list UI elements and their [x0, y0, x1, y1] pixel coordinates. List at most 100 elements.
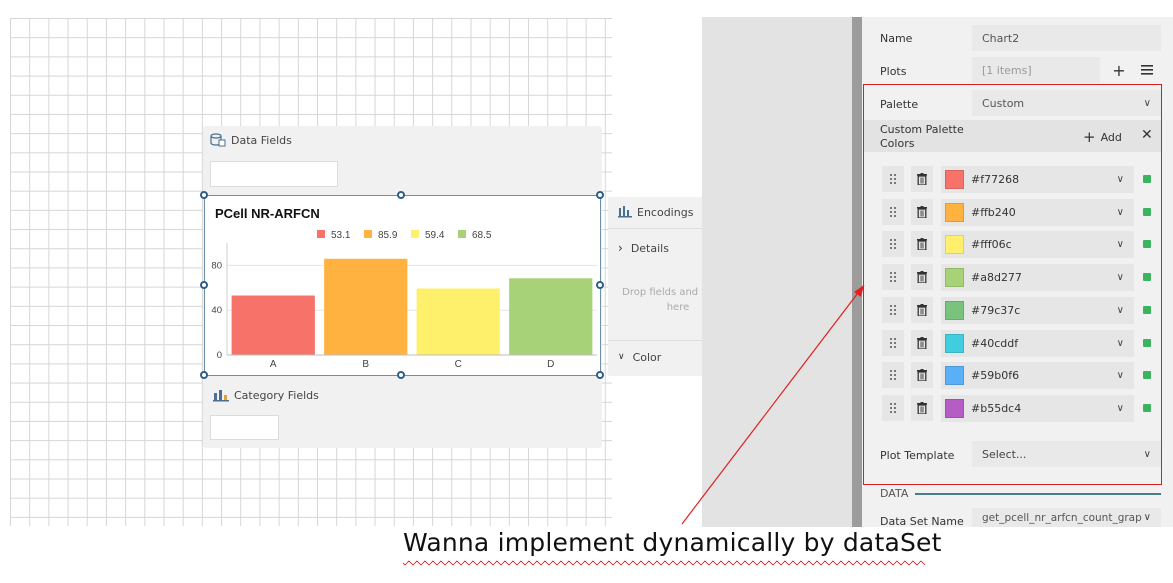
color-enabled-indicator[interactable] — [1143, 240, 1151, 248]
plot-template-select[interactable]: Select... ∨ — [972, 441, 1161, 467]
category-fields-drop-slot[interactable] — [210, 415, 279, 440]
drag-handle-icon[interactable] — [882, 199, 904, 225]
chevron-down-icon: ∨ — [1116, 338, 1124, 349]
plots-input[interactable]: [1 items] — [972, 57, 1100, 83]
plots-value: [1 items] — [982, 63, 1032, 77]
drag-handle-icon[interactable] — [882, 166, 904, 192]
data-section-label: DATA — [880, 487, 909, 500]
drag-handle-icon[interactable] — [882, 264, 904, 290]
color-enabled-indicator[interactable] — [1143, 273, 1151, 281]
custom-palette-label: Custom Palette Colors — [880, 123, 964, 150]
chevron-down-icon: ∨ — [1116, 370, 1124, 381]
drag-handle-icon[interactable] — [882, 362, 904, 388]
add-color-button[interactable]: + Add — [1083, 128, 1122, 146]
custom-color-row: #b55dc4 ∨ — [880, 395, 1161, 422]
chevron-down-icon: ∨ — [1116, 239, 1124, 250]
trash-icon[interactable] — [911, 297, 933, 323]
palette-select[interactable]: Custom ∨ — [972, 90, 1161, 116]
color-swatch — [945, 334, 964, 353]
x-tick-label: D — [547, 359, 554, 370]
trash-icon[interactable] — [911, 264, 933, 290]
resize-handle-bottom-right[interactable] — [596, 371, 604, 379]
color-select[interactable]: #fff06c ∨ — [941, 231, 1134, 258]
bar-chart[interactable]: PCell NR-ARFCN 53.1 85.9 59.4 68.5 0 40 80 A B… — [204, 195, 601, 376]
name-input[interactable]: Chart2 — [972, 25, 1161, 51]
color-hex-label: #f77268 — [971, 173, 1020, 186]
legend-swatch — [458, 230, 466, 238]
color-select[interactable]: #40cddf ∨ — [941, 330, 1134, 357]
drag-handle-icon[interactable] — [882, 395, 904, 421]
color-enabled-indicator[interactable] — [1143, 339, 1151, 347]
color-label: Color — [632, 350, 662, 364]
trash-icon[interactable] — [911, 330, 933, 356]
chevron-down-icon: ∨ — [618, 352, 625, 362]
data-fields-header: Data Fields — [210, 133, 292, 147]
chart-legend: 53.1 85.9 59.4 68.5 — [317, 230, 492, 241]
resize-handle-bottom-left[interactable] — [200, 371, 208, 379]
color-enabled-indicator[interactable] — [1143, 175, 1151, 183]
resize-handle-left[interactable] — [200, 281, 208, 289]
color-enabled-indicator[interactable] — [1143, 306, 1151, 314]
legend-label: 59.4 — [425, 230, 445, 241]
color-hex-label: #a8d277 — [971, 271, 1022, 284]
color-swatch — [945, 203, 964, 222]
legend-label: 68.5 — [472, 230, 492, 241]
color-enabled-indicator[interactable] — [1143, 404, 1151, 412]
color-select[interactable]: #b55dc4 ∨ — [941, 395, 1134, 422]
trash-icon[interactable] — [911, 199, 933, 225]
color-hex-label: #ffb240 — [971, 206, 1016, 219]
legend-label: 85.9 — [378, 230, 398, 241]
drag-handle-icon[interactable] — [882, 330, 904, 356]
add-plot-icon[interactable]: + — [1108, 57, 1130, 83]
custom-color-row: #a8d277 ∨ — [880, 264, 1161, 291]
color-select[interactable]: #79c37c ∨ — [941, 297, 1134, 324]
palette-label: Palette — [880, 98, 919, 111]
resize-handle-top-left[interactable] — [200, 191, 208, 199]
color-select[interactable]: #ffb240 ∨ — [941, 199, 1134, 226]
color-select[interactable]: #a8d277 ∨ — [941, 264, 1134, 291]
legend-swatch — [411, 230, 419, 238]
drag-handle-icon[interactable] — [882, 297, 904, 323]
chevron-down-icon: ∨ — [1143, 512, 1151, 523]
color-enabled-indicator[interactable] — [1143, 371, 1151, 379]
custom-color-row: #59b0f6 ∨ — [880, 362, 1161, 389]
bar-chart-svg: PCell NR-ARFCN 53.1 85.9 59.4 68.5 0 40 80 A B… — [211, 206, 597, 370]
color-swatch — [945, 399, 964, 418]
color-hex-label: #79c37c — [971, 304, 1021, 317]
data-fields-drop-slot[interactable] — [210, 161, 338, 187]
trash-icon[interactable] — [911, 362, 933, 388]
legend-swatch — [364, 230, 372, 238]
x-tick-label: B — [362, 359, 369, 370]
spellcheck-underline — [403, 560, 926, 566]
y-tick-label: 80 — [211, 260, 222, 271]
trash-icon[interactable] — [911, 166, 933, 192]
color-enabled-indicator[interactable] — [1143, 208, 1151, 216]
workspace-gutter — [702, 17, 852, 527]
legend-swatch — [317, 230, 325, 238]
name-label: Name — [880, 32, 913, 45]
palette-value: Custom — [982, 96, 1025, 110]
color-select[interactable]: #f77268 ∨ — [941, 166, 1134, 193]
x-tick-label: A — [270, 359, 277, 370]
y-tick-label: 0 — [217, 350, 222, 361]
data-set-name-select[interactable]: get_pcell_nr_arfcn_count_grap ∨ — [972, 508, 1161, 527]
resize-handle-bottom[interactable] — [397, 371, 405, 379]
data-section-divider — [915, 493, 1161, 495]
resize-handle-top[interactable] — [397, 191, 405, 199]
category-fields-label: Category Fields — [234, 388, 319, 402]
resize-handle-top-right[interactable] — [596, 191, 604, 199]
x-tick-label: C — [455, 359, 462, 370]
color-swatch — [945, 366, 964, 385]
trash-icon[interactable] — [911, 231, 933, 257]
drag-handle-icon[interactable] — [882, 231, 904, 257]
color-hex-label: #fff06c — [971, 238, 1012, 251]
color-select[interactable]: #59b0f6 ∨ — [941, 362, 1134, 389]
panel-splitter[interactable] — [852, 17, 862, 527]
custom-color-row: #ffb240 ∨ — [880, 199, 1161, 226]
resize-handle-right[interactable] — [596, 281, 604, 289]
database-icon — [210, 133, 226, 147]
close-icon[interactable]: ✕ — [1141, 127, 1153, 143]
plots-menu-icon[interactable] — [1136, 57, 1158, 83]
trash-icon[interactable] — [911, 395, 933, 421]
bar — [416, 288, 500, 355]
